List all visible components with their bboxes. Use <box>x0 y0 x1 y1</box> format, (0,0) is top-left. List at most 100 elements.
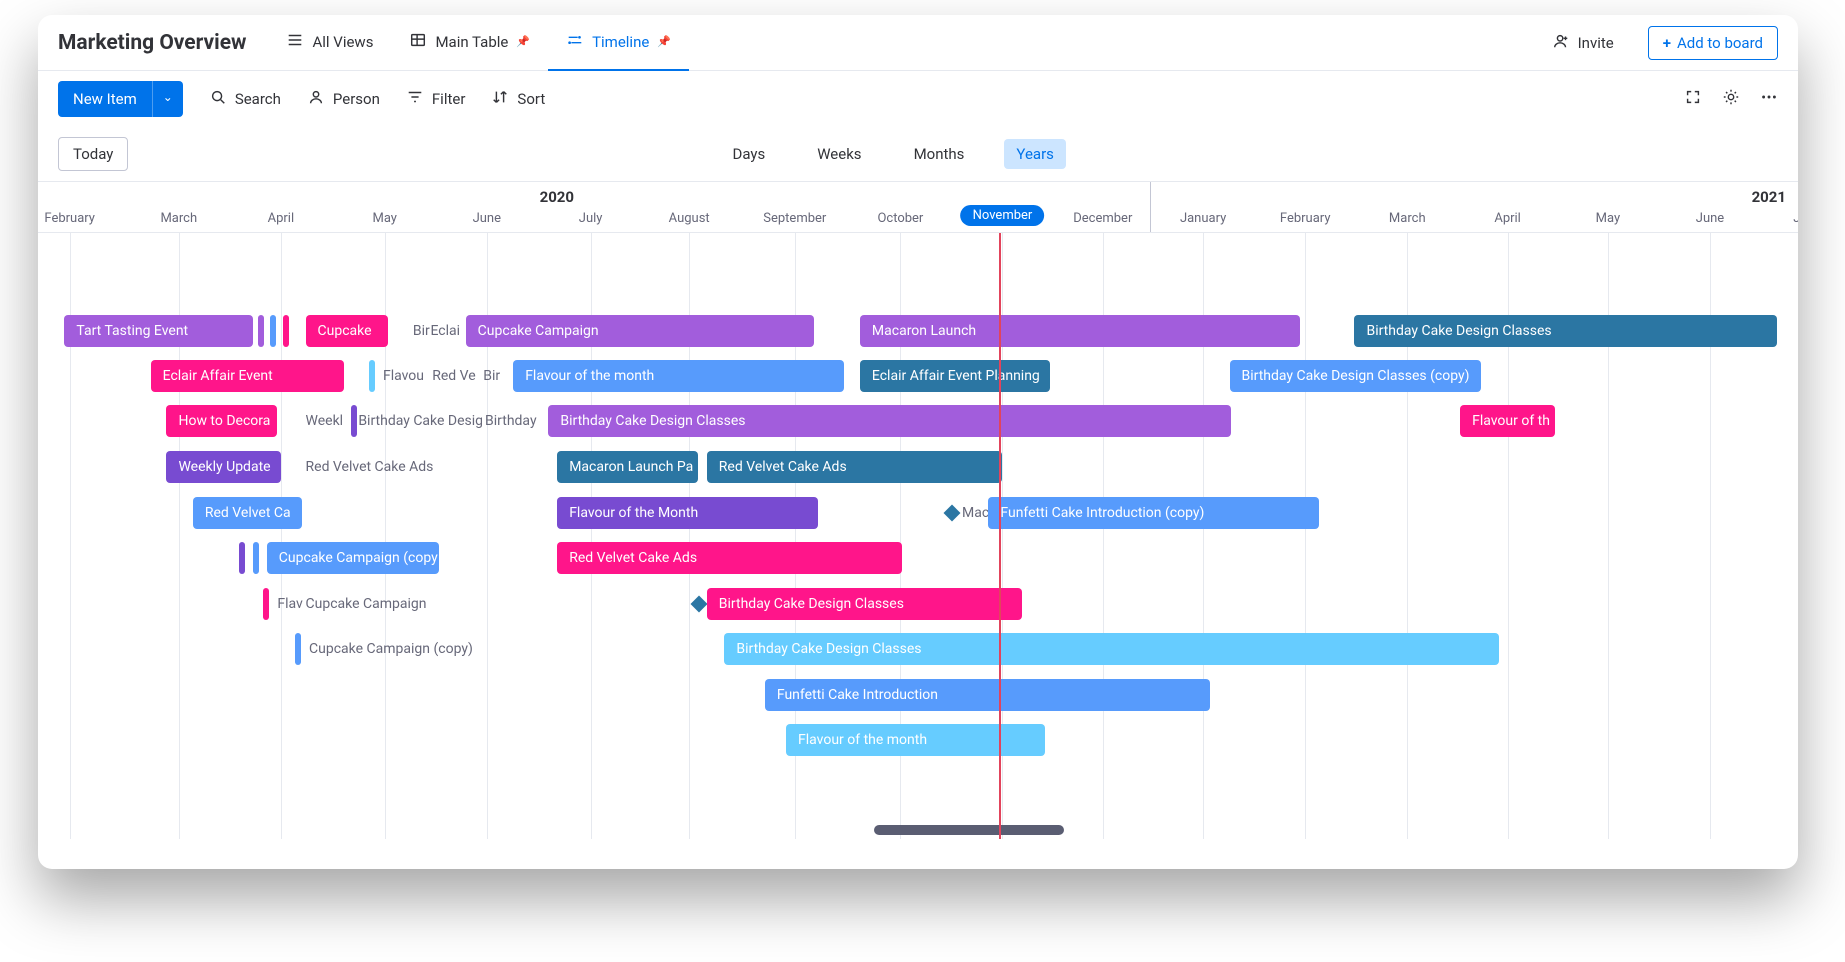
timeline-overflow-label[interactable]: Red Velvet Cake Ads <box>306 451 482 483</box>
timeline-bar[interactable]: Funfetti Cake Introduction <box>765 679 1210 711</box>
timeline-bar[interactable]: Birthday Cake Design Classes <box>724 633 1498 665</box>
timeline-chip[interactable] <box>239 542 245 574</box>
timeline-chip[interactable] <box>258 315 264 347</box>
zoom-days[interactable]: Days <box>720 139 777 169</box>
tab-main-table[interactable]: Main Table 📌 <box>391 15 548 71</box>
month-label: January <box>1180 211 1226 226</box>
chevron-down-icon: ⌄ <box>163 90 173 104</box>
filter-tool[interactable]: Filter <box>406 88 466 110</box>
pin-icon: 📌 <box>657 35 671 48</box>
month-label: August <box>669 211 710 226</box>
timeline-body[interactable]: Tart Tasting EventCupcakeBirEclaiCupcake… <box>38 233 1798 839</box>
month-label: March <box>160 211 197 226</box>
tab-all-views[interactable]: All Views <box>268 15 391 71</box>
tab-all-views-label: All Views <box>312 33 373 51</box>
zoom-weeks[interactable]: Weeks <box>805 139 873 169</box>
month-label: May <box>1596 211 1620 226</box>
hamburger-icon <box>286 31 304 53</box>
year-label-2021: 2021 <box>1752 188 1786 206</box>
invite-button[interactable]: Invite <box>1540 24 1626 62</box>
timeline-bar[interactable]: Red Velvet Ca <box>193 497 302 529</box>
sort-tool[interactable]: Sort <box>491 88 545 110</box>
person-icon <box>307 88 325 110</box>
timeline-chip[interactable] <box>369 360 375 392</box>
timeline-chip[interactable] <box>283 315 289 347</box>
new-item-button[interactable]: New Item <box>58 81 152 117</box>
fullscreen-icon[interactable] <box>1684 88 1702 111</box>
timeline-bar[interactable]: Eclair Affair Event Planning <box>860 360 1050 392</box>
today-button[interactable]: Today <box>58 137 128 171</box>
zoom-row: Today Days Weeks Months Years <box>38 127 1798 181</box>
milestone-diamond[interactable] <box>944 505 961 522</box>
timeline-overflow-label[interactable]: Bir <box>483 360 515 392</box>
timeline-bar[interactable]: Red Velvet Cake Ads <box>707 451 1003 483</box>
filter-icon <box>406 88 424 110</box>
milestone-diamond[interactable] <box>690 596 707 613</box>
add-to-board-button[interactable]: + Add to board <box>1648 26 1778 60</box>
sort-icon <box>491 88 509 110</box>
timeline-overflow-label[interactable]: Eclai <box>430 315 465 347</box>
horizontal-scrollbar-thumb[interactable] <box>874 825 1064 835</box>
month-label: July <box>579 211 603 226</box>
person-tool[interactable]: Person <box>307 88 380 110</box>
zoom-months[interactable]: Months <box>902 139 977 169</box>
month-label: March <box>1389 211 1426 226</box>
timeline-bar[interactable]: Funfetti Cake Introduction (copy) <box>988 497 1319 529</box>
timeline-bar[interactable]: Macaron Launch Pa <box>557 451 698 483</box>
timeline-chip[interactable] <box>263 588 269 620</box>
person-label: Person <box>333 90 380 108</box>
timeline-chip[interactable] <box>253 542 259 574</box>
timeline-bar[interactable]: Macaron Launch <box>860 315 1300 347</box>
timeline-bar[interactable]: Cupcake Campaign (copy <box>267 542 439 574</box>
tab-timeline-label: Timeline <box>592 33 649 51</box>
timeline-chip[interactable] <box>351 405 357 437</box>
timeline-bar[interactable]: Birthday Cake Design Classes <box>1354 315 1776 347</box>
app-frame: Marketing Overview All Views Main Table … <box>38 15 1798 869</box>
month-label: November <box>961 205 1045 226</box>
timeline-overflow-label[interactable]: Cupcake Campaign <box>306 588 482 620</box>
add-to-board-label: Add to board <box>1677 34 1763 52</box>
timeline-bar[interactable]: Eclair Affair Event <box>151 360 345 392</box>
timeline-bar[interactable]: Birthday Cake Design Classes <box>548 405 1231 437</box>
month-label: June <box>1696 211 1724 226</box>
timeline-overflow-label[interactable]: Birthday <box>485 405 547 437</box>
timeline-chip[interactable] <box>270 315 276 347</box>
month-label: April <box>1494 211 1521 226</box>
timeline-bar[interactable]: Tart Tasting Event <box>64 315 252 347</box>
invite-label: Invite <box>1578 34 1614 52</box>
tab-timeline[interactable]: Timeline 📌 <box>548 15 689 71</box>
zoom-years[interactable]: Years <box>1004 139 1065 169</box>
timeline-overflow-label[interactable]: Flavou <box>383 360 436 392</box>
timeline-chip[interactable] <box>295 633 301 665</box>
month-label: July <box>1793 211 1798 226</box>
zoom-options: Days Weeks Months Years <box>148 139 1638 169</box>
gear-icon[interactable] <box>1722 88 1740 111</box>
month-label: September <box>763 211 826 226</box>
table-icon <box>409 31 427 53</box>
timeline-bar[interactable]: Flavour of the month <box>786 724 1045 756</box>
timeline-bar[interactable]: Cupcake Campaign <box>466 315 814 347</box>
timeline-bar[interactable]: How to Decora <box>166 405 277 437</box>
timeline-bar[interactable]: Birthday Cake Design Classes (copy) <box>1230 360 1482 392</box>
month-label: April <box>268 211 295 226</box>
new-item-dropdown[interactable]: ⌄ <box>152 81 183 117</box>
year-label-2020: 2020 <box>540 188 574 206</box>
timeline-bar[interactable]: Flavour of th <box>1460 405 1555 437</box>
more-icon[interactable] <box>1760 88 1778 111</box>
timeline-bar[interactable]: Birthday Cake Design Classes <box>707 588 1022 620</box>
timeline-overflow-label[interactable]: Birthday Cake Desig <box>358 405 481 437</box>
month-label: February <box>1280 211 1331 226</box>
month-label: October <box>877 211 923 226</box>
month-label: May <box>372 211 396 226</box>
timeline-bar[interactable]: Red Velvet Cake Ads <box>557 542 902 574</box>
pin-icon: 📌 <box>516 35 530 48</box>
timeline-bar[interactable]: Flavour of the month <box>513 360 844 392</box>
timeline-overflow-label[interactable]: Cupcake Campaign (copy) <box>309 633 520 665</box>
now-indicator <box>999 233 1001 839</box>
search-icon <box>209 88 227 110</box>
timeline-bar[interactable]: Cupcake <box>306 315 389 347</box>
timeline-overflow-label[interactable]: Red Ve <box>432 360 485 392</box>
timeline-bar[interactable]: Flavour of the Month <box>557 497 817 529</box>
search-tool[interactable]: Search <box>209 88 281 110</box>
timeline-bar[interactable]: Weekly Update <box>166 451 280 483</box>
